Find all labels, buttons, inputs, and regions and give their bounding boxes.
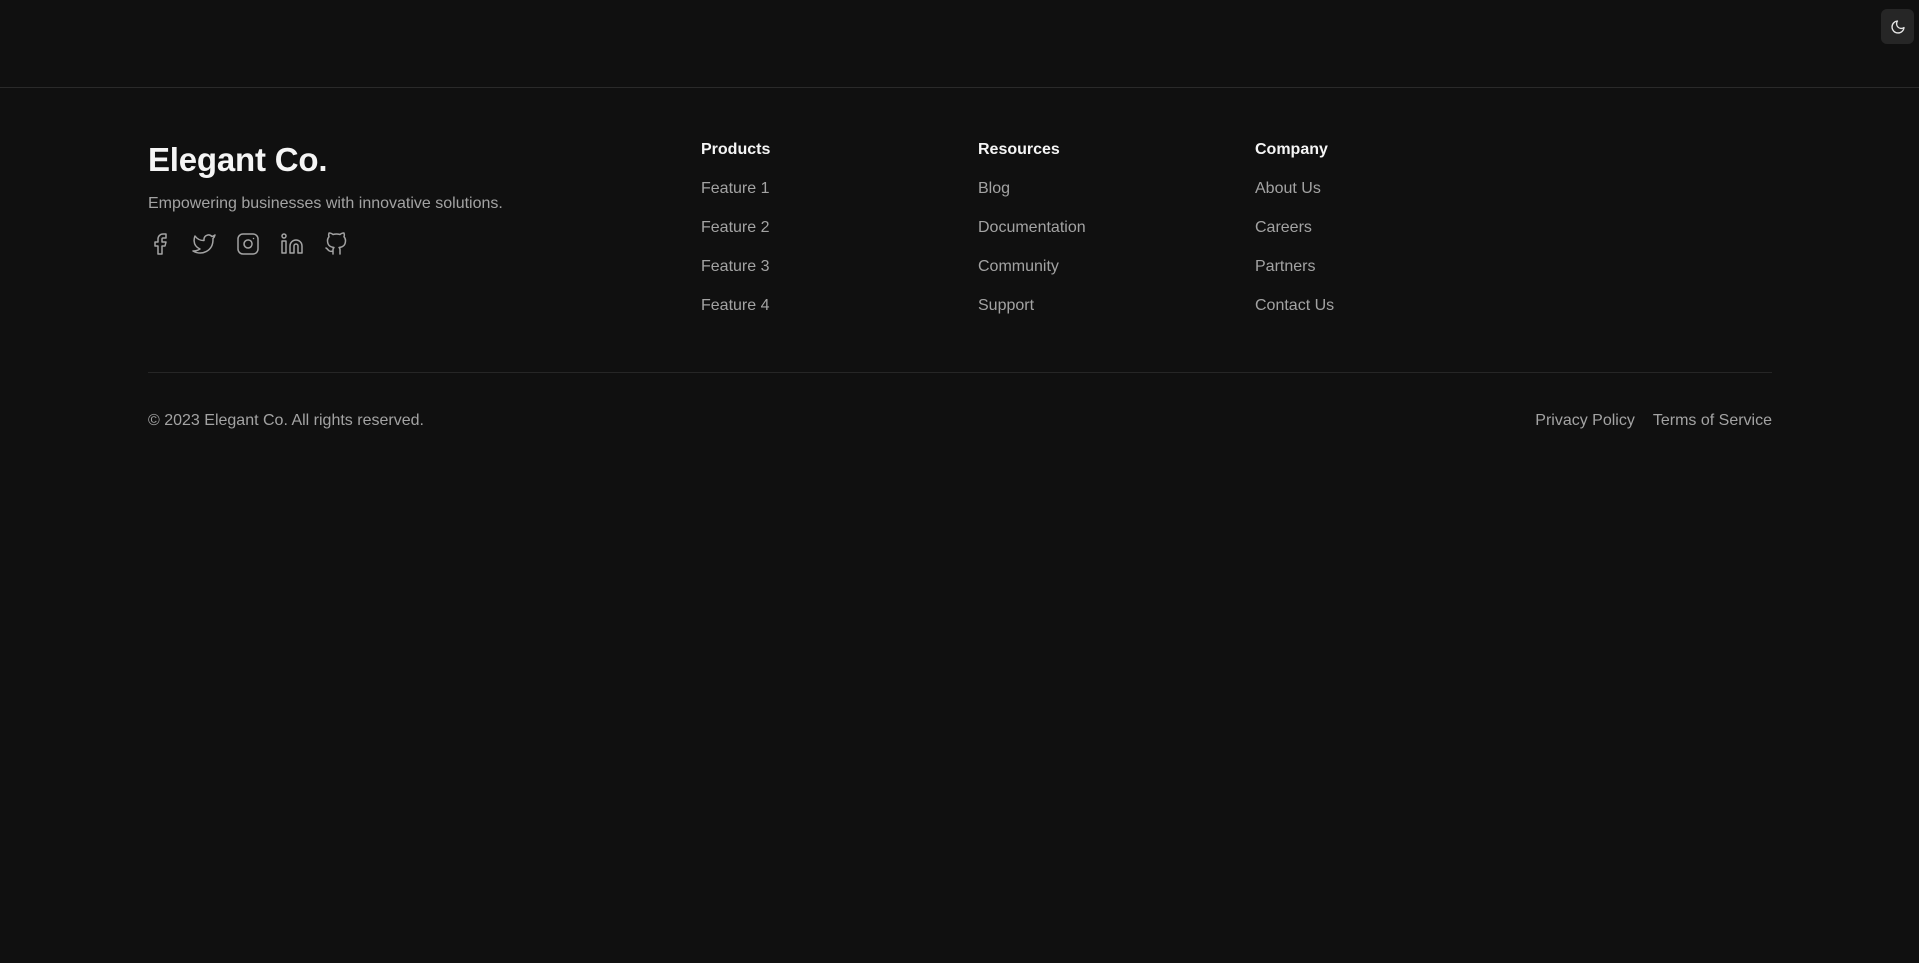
instagram-icon [237, 233, 259, 255]
site-footer: Elegant Co. Empowering businesses with i… [148, 88, 1772, 469]
link-documentation[interactable]: Documentation [978, 218, 1255, 238]
instagram-link[interactable] [236, 232, 260, 256]
twitter-icon [192, 234, 216, 254]
column-heading: Products [701, 141, 771, 158]
resources-column: Resources Blog Documentation Community S… [978, 140, 1255, 372]
legal-links: Privacy Policy Terms of Service [1535, 412, 1772, 430]
link-support[interactable]: Support [978, 296, 1255, 316]
brand-tagline: Empowering businesses with innovative so… [148, 195, 503, 212]
copyright-text: © 2023 Elegant Co. All rights reserved. [148, 412, 424, 429]
linkedin-link[interactable] [280, 232, 304, 256]
link-feature-4[interactable]: Feature 4 [701, 296, 978, 316]
link-partners[interactable]: Partners [1255, 257, 1532, 277]
link-feature-2[interactable]: Feature 2 [701, 218, 978, 238]
twitter-link[interactable] [192, 232, 216, 256]
github-link[interactable] [324, 232, 348, 256]
brand-name: Elegant Co. [148, 141, 328, 178]
terms-of-service-link[interactable]: Terms of Service [1653, 412, 1772, 430]
link-about-us[interactable]: About Us [1255, 179, 1532, 199]
moon-icon [1890, 19, 1905, 34]
resources-links: Blog Documentation Community Support [978, 179, 1255, 316]
company-links: About Us Careers Partners Contact Us [1255, 179, 1532, 316]
footer-bottom: © 2023 Elegant Co. All rights reserved. … [148, 373, 1772, 469]
link-community[interactable]: Community [978, 257, 1255, 277]
linkedin-icon [281, 233, 303, 254]
column-heading: Company [1255, 141, 1328, 158]
products-column: Products Feature 1 Feature 2 Feature 3 F… [701, 140, 978, 372]
github-icon [325, 232, 347, 255]
privacy-policy-link[interactable]: Privacy Policy [1535, 412, 1635, 430]
footer-top: Elegant Co. Empowering businesses with i… [148, 88, 1772, 372]
column-heading: Resources [978, 141, 1060, 158]
link-contact-us[interactable]: Contact Us [1255, 296, 1532, 316]
brand-column: Elegant Co. Empowering businesses with i… [148, 140, 701, 372]
link-feature-1[interactable]: Feature 1 [701, 179, 978, 199]
products-links: Feature 1 Feature 2 Feature 3 Feature 4 [701, 179, 978, 316]
link-feature-3[interactable]: Feature 3 [701, 257, 978, 277]
theme-toggle-button[interactable] [1881, 9, 1914, 44]
company-column: Company About Us Careers Partners Contac… [1255, 140, 1532, 372]
link-careers[interactable]: Careers [1255, 218, 1532, 238]
facebook-link[interactable] [148, 232, 172, 256]
top-bar [0, 0, 1919, 88]
social-links [148, 232, 701, 256]
link-blog[interactable]: Blog [978, 179, 1255, 199]
facebook-icon [154, 233, 167, 255]
